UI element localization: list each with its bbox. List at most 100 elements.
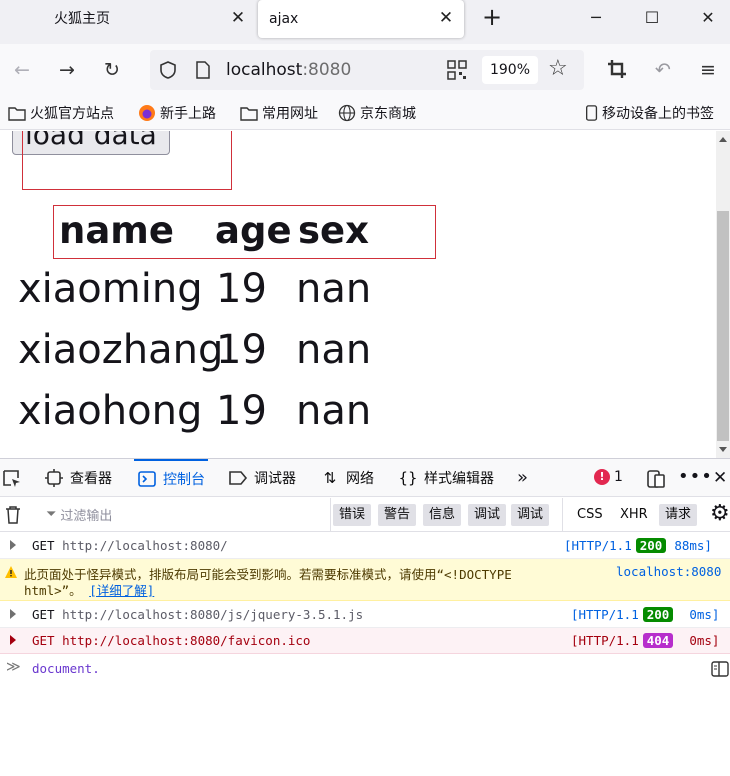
editor-mode-icon[interactable] [711, 661, 729, 677]
filter-logs-button[interactable]: 调试 [468, 504, 507, 526]
cell-sex: nan [296, 266, 372, 312]
devtools-panel: 查看器 控制台 调试器 ⇅ 网络 {} 样式编辑器 » ! 1 ••• ✕ ⏷ [0, 458, 730, 776]
header-sex: sex [298, 209, 369, 252]
devtools-toolbar: 查看器 控制台 调试器 ⇅ 网络 {} 样式编辑器 » ! 1 ••• ✕ [0, 459, 730, 497]
scroll-down-icon[interactable] [719, 447, 727, 452]
mobile-device-icon [586, 105, 598, 121]
mobile-bookmarks[interactable]: 移动设备上的书签 [584, 104, 714, 122]
bookmark-label: 常用网址 [262, 106, 318, 122]
more-options-icon[interactable]: ••• [678, 466, 713, 487]
console-input-text[interactable]: document. [32, 661, 100, 676]
responsive-design-icon[interactable] [646, 469, 666, 489]
warning-text-line2: html>”。 [详细了解] [24, 583, 155, 598]
qr-code-icon[interactable] [447, 60, 467, 80]
tab-ajax[interactable]: ajax ✕ [258, 0, 464, 38]
url-text[interactable]: localhost:8080 [226, 60, 351, 80]
scrollbar-thumb[interactable] [717, 211, 729, 441]
message-source-link[interactable]: localhost:8080 [616, 564, 721, 579]
tab-network[interactable]: ⇅ 网络 [320, 459, 374, 497]
tab-title: 火狐主页 [54, 11, 110, 27]
forward-icon[interactable]: → [55, 58, 79, 82]
braces-icon: {} [398, 469, 418, 487]
cell-name: xiaohong [18, 388, 203, 434]
more-tabs-icon[interactable]: » [517, 467, 528, 488]
screenshot-crop-icon[interactable] [607, 59, 627, 79]
trash-icon[interactable] [4, 505, 22, 525]
folder-icon [240, 107, 258, 121]
error-count-label: 1 [614, 469, 623, 485]
response-info: [HTTP/1.1 200 0ms] [571, 607, 720, 622]
menu-icon[interactable]: ≡ [696, 58, 720, 82]
close-devtools-icon[interactable]: ✕ [713, 468, 727, 488]
close-tab-icon[interactable]: ✕ [436, 8, 456, 28]
page-icon[interactable] [194, 61, 212, 79]
tab-label: 控制台 [163, 472, 205, 488]
tab-label: 查看器 [70, 471, 112, 487]
console-message[interactable]: GET http://localhost:8080/ [HTTP/1.1 200 8… [0, 533, 730, 559]
filter-css-button[interactable]: CSS [571, 504, 609, 526]
shield-icon[interactable] [158, 60, 178, 80]
bookmark-label: 移动设备上的书签 [602, 106, 714, 122]
bookmark-label: 火狐官方站点 [30, 106, 114, 122]
url-bar[interactable]: localhost:8080 190% ☆ [150, 50, 584, 90]
tab-inspector[interactable]: 查看器 [44, 459, 112, 497]
request-line: GET http://localhost:8080/favicon.ico [32, 633, 311, 648]
filter-xhr-button[interactable]: XHR [614, 504, 654, 526]
bookmark-folder-firefox[interactable]: 火狐官方站点 [8, 104, 114, 122]
bookmark-label: 京东商城 [360, 106, 416, 122]
close-tab-icon[interactable]: ✕ [228, 8, 248, 28]
expand-arrow-icon[interactable] [10, 609, 16, 619]
filter-debug-button[interactable]: 调试 [511, 504, 550, 526]
expand-arrow-icon[interactable] [10, 540, 16, 550]
page-viewport: load data name age sex xiaoming 19 nan x… [0, 131, 716, 458]
inspector-icon [45, 469, 63, 487]
zoom-level[interactable]: 190% [482, 56, 538, 84]
tab-console[interactable]: 控制台 [134, 459, 208, 497]
close-window-icon[interactable]: ✕ [696, 6, 720, 30]
header-name: name [59, 209, 174, 252]
console-message[interactable]: GET http://localhost:8080/js/jquery-3.5.… [0, 602, 730, 628]
bookmark-folder-common[interactable]: 常用网址 [240, 104, 318, 122]
new-tab-button[interactable]: + [478, 4, 506, 32]
globe-icon [338, 104, 356, 122]
undo-icon[interactable]: ↶ [651, 58, 675, 82]
warning-icon [5, 566, 17, 578]
tab-firefox-home[interactable]: 火狐主页 ✕ [0, 0, 256, 36]
divider [562, 498, 563, 532]
maximize-icon[interactable]: ☐ [640, 6, 664, 30]
tab-strip: 火狐主页 ✕ ajax ✕ + ─ ☐ ✕ [0, 0, 730, 44]
header-age: age [215, 209, 292, 252]
scroll-up-icon[interactable] [719, 137, 727, 142]
prompt-icon: ≫ [6, 659, 21, 675]
filter-icon: ⏷ [46, 507, 57, 522]
cell-name: xiaozhang [18, 327, 224, 373]
console-warning[interactable]: 此页面处于怪异模式，排版布局可能会受到影响。若需要标准模式，请使用“<!DOCT… [0, 559, 730, 601]
tab-style-editor[interactable]: {} 样式编辑器 [398, 459, 494, 497]
console-settings-icon[interactable]: ⚙ [710, 502, 730, 526]
network-icon: ⇅ [323, 469, 337, 487]
divider [330, 498, 331, 532]
page-scrollbar[interactable] [716, 131, 730, 458]
filter-errors-button[interactable]: 错误 [333, 504, 372, 526]
filter-warnings-button[interactable]: 警告 [378, 504, 417, 526]
reload-icon[interactable]: ↻ [100, 58, 124, 82]
bookmark-getting-started[interactable]: 新手上路 [138, 104, 216, 122]
tab-label: 网络 [346, 471, 374, 487]
firefox-icon [139, 105, 155, 121]
bookmark-label: 新手上路 [160, 106, 216, 122]
console-error[interactable]: GET http://localhost:8080/favicon.ico [H… [0, 628, 730, 654]
filter-info-button[interactable]: 信息 [423, 504, 462, 526]
response-info: [HTTP/1.1 404 0ms] [571, 633, 720, 648]
expand-arrow-icon[interactable] [10, 635, 16, 645]
bookmark-star-icon[interactable]: ☆ [548, 58, 568, 80]
filter-requests-button[interactable]: 请求 [659, 504, 698, 526]
filter-output-input[interactable]: ⏷ 过滤输出 [46, 505, 112, 524]
back-icon[interactable]: ← [10, 58, 34, 82]
console-input[interactable]: ≫ document. [0, 656, 730, 682]
tab-debugger[interactable]: 调试器 [228, 459, 296, 497]
bookmark-jd[interactable]: 京东商城 [338, 104, 416, 122]
error-count[interactable]: ! 1 [594, 469, 623, 485]
minimize-icon[interactable]: ─ [584, 6, 608, 30]
learn-more-link[interactable]: [详细了解] [89, 583, 154, 598]
element-picker-icon[interactable] [2, 469, 22, 489]
